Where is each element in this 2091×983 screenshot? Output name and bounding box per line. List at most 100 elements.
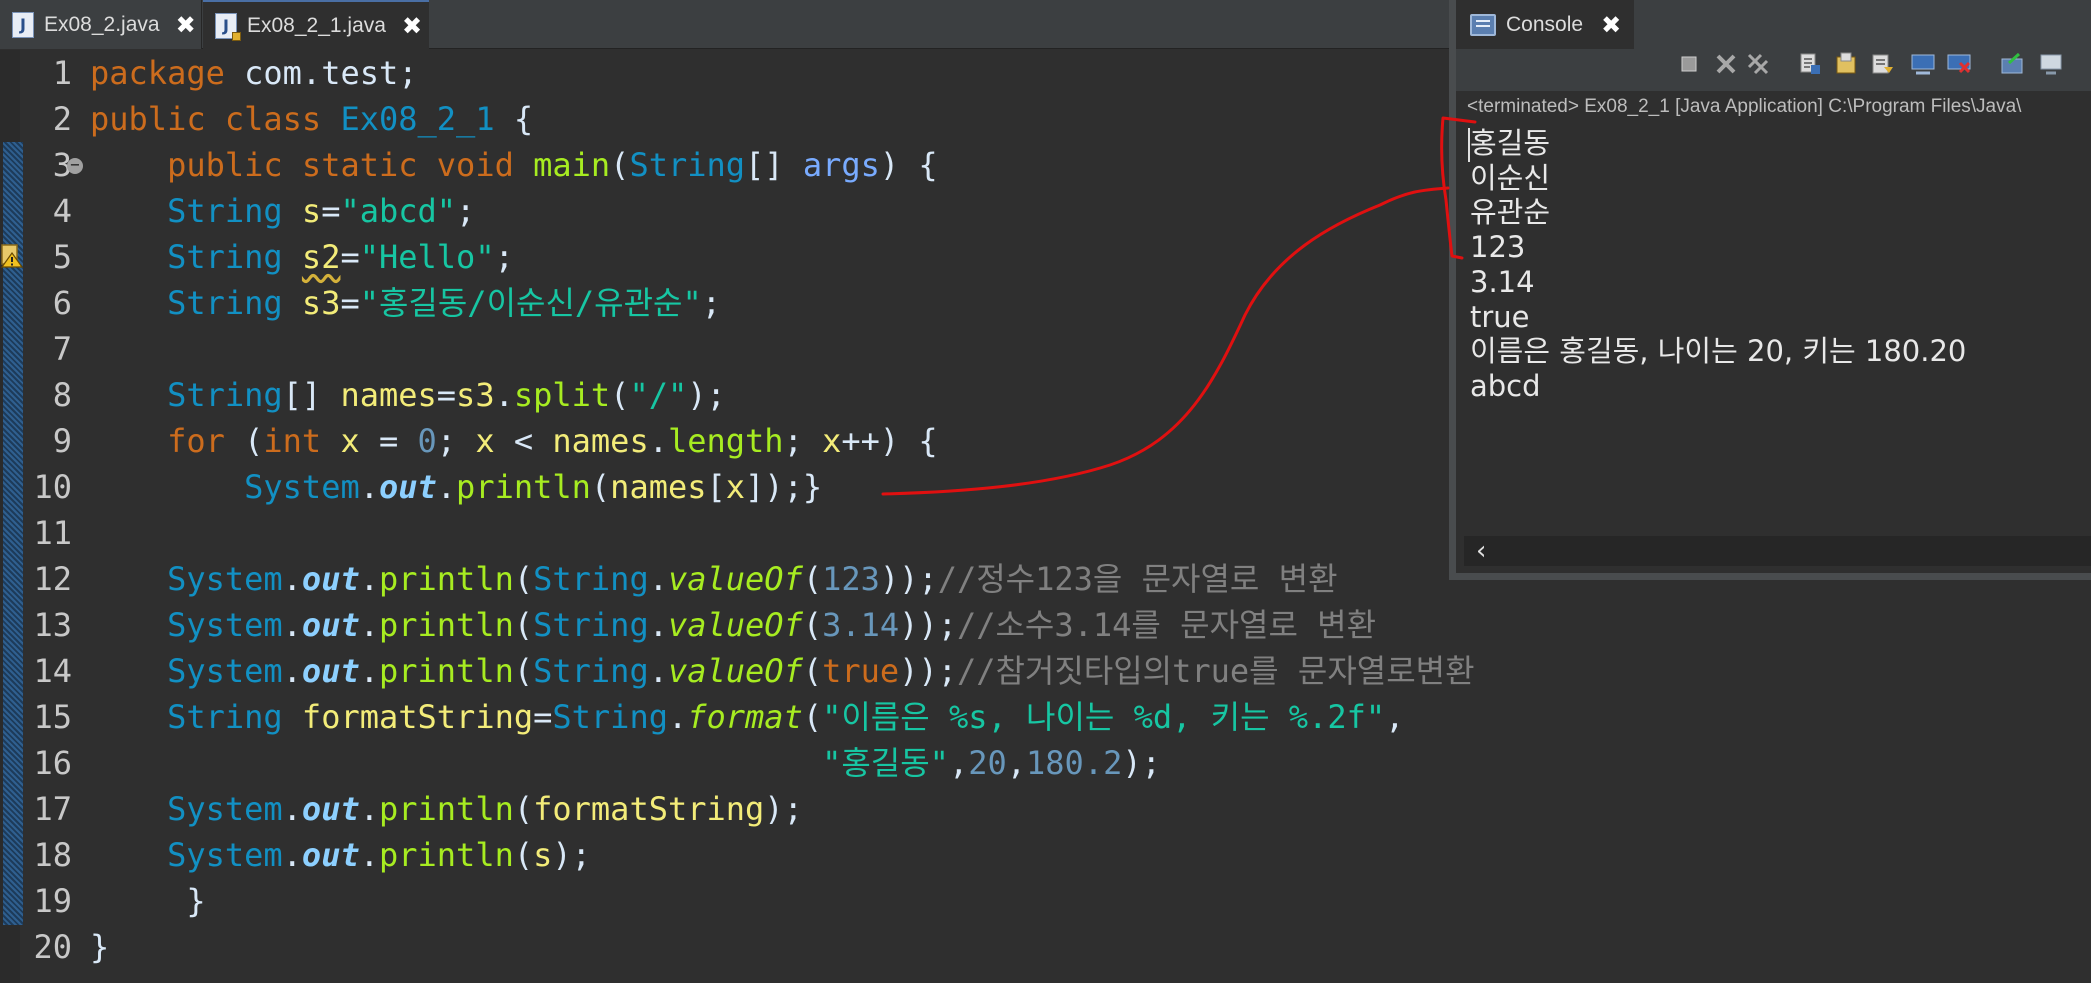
code-token: System	[167, 652, 283, 690]
code-line[interactable]: public class Ex08_2_1 {	[90, 96, 533, 142]
warning-marker-icon[interactable]	[0, 243, 24, 269]
code-line[interactable]: String s="abcd";	[90, 188, 475, 234]
code-token: (	[802, 698, 823, 736]
code-token: println	[378, 790, 514, 828]
code-token: (	[513, 836, 534, 874]
code-token: out	[301, 790, 360, 828]
pin-console-icon[interactable]	[1946, 51, 1972, 77]
close-icon[interactable]: ✖	[176, 11, 196, 39]
code-line[interactable]: String[] names=s3.split("/");	[90, 372, 726, 418]
code-token: split	[513, 376, 611, 414]
line-number: 11	[33, 514, 72, 552]
code-token: []	[282, 376, 341, 414]
code-token: .	[282, 560, 302, 598]
open-console-icon[interactable]	[1999, 51, 2025, 77]
code-token: //소수3.14를 문자열로 변환	[956, 606, 1377, 644]
code-line[interactable]: }	[90, 924, 109, 970]
code-token: .	[282, 652, 302, 690]
code-token: out	[378, 468, 437, 506]
close-icon[interactable]: ✖	[402, 12, 422, 40]
code-token: (	[224, 422, 264, 460]
code-token: (	[802, 560, 823, 598]
code-token: out	[301, 606, 360, 644]
code-token: System	[167, 560, 283, 598]
code-token: args	[802, 146, 880, 184]
code-token: println	[378, 836, 514, 874]
code-token: ;	[701, 284, 722, 322]
code-token: "Hello"	[359, 238, 495, 276]
code-line[interactable]: String s3="홍길동/이순신/유관순";	[90, 280, 721, 326]
code-token: .	[359, 468, 379, 506]
code-token: package	[90, 54, 225, 92]
code-line[interactable]: System.out.println(s);	[90, 832, 591, 878]
console-tab-bar: Console ✖	[1456, 0, 2091, 49]
remove-launch-icon[interactable]	[1713, 51, 1739, 77]
tab-ex08-2-1[interactable]: J Ex08_2_1.java ✖	[203, 0, 429, 49]
code-line[interactable]: System.out.println(String.valueOf(3.14))…	[90, 602, 1376, 648]
scroll-left-icon[interactable]: ‹	[1476, 536, 1486, 566]
code-line[interactable]: for (int x = 0; x < names.length; x++) {	[90, 418, 938, 464]
line-number: 3	[52, 146, 72, 184]
code-token: .	[359, 606, 379, 644]
code-token: length	[667, 422, 784, 460]
code-line[interactable]: public static void main(String[] args) {	[90, 142, 938, 188]
tab-console[interactable]: Console ✖	[1456, 0, 1634, 49]
terminate-icon[interactable]	[1676, 51, 1702, 77]
code-token: "abcd"	[340, 192, 457, 230]
code-token: 0	[417, 422, 437, 460]
code-token: 20	[968, 744, 1007, 782]
java-file-icon: J	[12, 11, 34, 38]
code-line[interactable]: }	[90, 878, 205, 924]
code-line[interactable]: "홍길동",20,180.2);	[90, 740, 1161, 786]
display-selected-console-icon[interactable]	[2038, 51, 2064, 77]
code-token: .	[648, 652, 668, 690]
code-line[interactable]: package com.test;	[90, 50, 418, 96]
code-line[interactable]: System.out.println(formatString);	[90, 786, 803, 832]
code-token: .	[282, 836, 302, 874]
line-number: 18	[33, 836, 72, 874]
code-line[interactable]: System.out.println(String.valueOf(123));…	[90, 556, 1337, 602]
line-number: 16	[33, 744, 72, 782]
code-token: .	[648, 606, 668, 644]
fold-collapse-icon[interactable]: −	[67, 158, 83, 174]
code-token: println	[378, 560, 514, 598]
code-token: s3	[456, 376, 495, 414]
code-token: System	[167, 606, 283, 644]
horizontal-scrollbar[interactable]: ‹	[1464, 536, 2091, 566]
code-token: []	[745, 146, 803, 184]
console-status-line: <terminated> Ex08_2_1 [Java Application]…	[1467, 96, 2022, 117]
scroll-lock-icon[interactable]	[1797, 51, 1823, 77]
code-token: out	[301, 836, 360, 874]
code-token: [	[706, 468, 726, 506]
tab-ex08-2[interactable]: J Ex08_2.java ✖	[0, 0, 202, 49]
code-line[interactable]: System.out.println(String.valueOf(true))…	[90, 648, 1474, 694]
word-wrap-icon[interactable]	[1833, 51, 1859, 77]
code-line[interactable]: System.out.println(names[x]);}	[90, 464, 822, 510]
remove-all-terminated-icon[interactable]	[1745, 51, 1771, 77]
code-token: class	[224, 100, 322, 138]
code-token: ;	[456, 192, 476, 230]
close-icon[interactable]: ✖	[1601, 11, 1621, 39]
show-on-output-icon[interactable]	[1870, 51, 1896, 77]
code-token: names	[340, 376, 437, 414]
code-token: static	[301, 146, 418, 184]
code-token: .	[359, 790, 379, 828]
code-token: int	[263, 422, 322, 460]
code-line[interactable]: String s2="Hello";	[90, 234, 514, 280]
code-editor[interactable]: 1 2 3 4 5 6 7 8 9 10 11 12 13 14 15 16 17 18 19 20 − packag…	[0, 50, 1475, 983]
code-token: String	[167, 192, 283, 230]
code-token: ));	[899, 652, 957, 690]
code-line[interactable]: String formatString=String.format("이름은 %…	[90, 694, 1404, 740]
console-output-line: 이름은 홍길동, 나이는 20, 키는 180.20	[1470, 334, 1967, 369]
code-token: String	[533, 560, 649, 598]
show-on-error-icon[interactable]	[1910, 51, 1936, 77]
line-number: 19	[33, 882, 72, 920]
